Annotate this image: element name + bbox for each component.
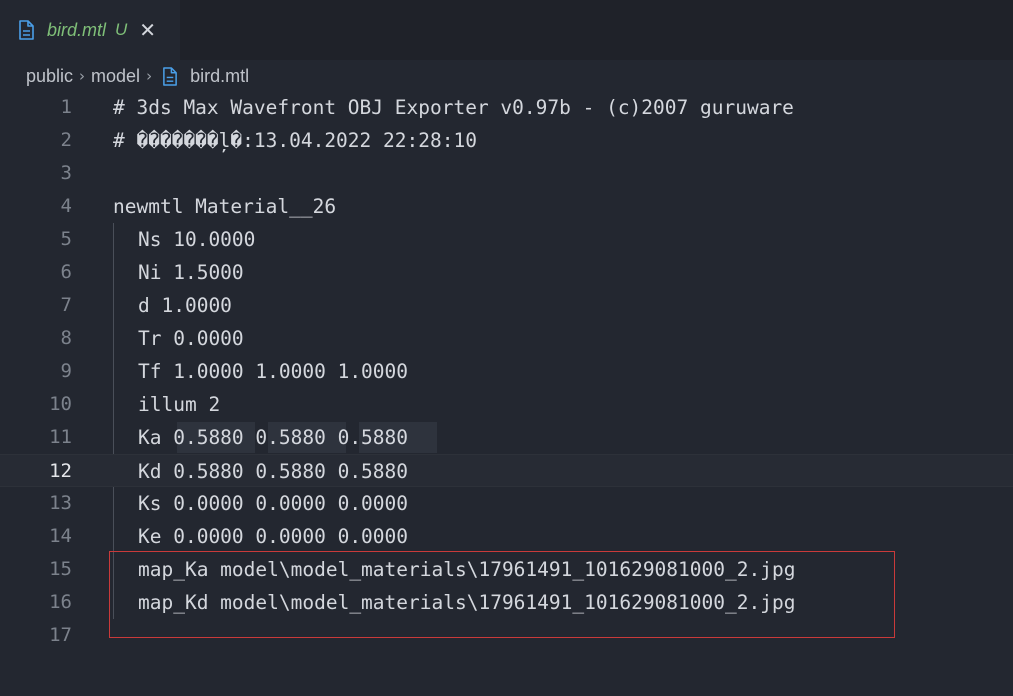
code-text: Ks 0.0000 0.0000 0.0000	[138, 492, 409, 515]
code-text: d 1.0000	[138, 294, 232, 317]
code-line[interactable]: 13 Ks 0.0000 0.0000 0.0000	[0, 487, 1013, 520]
code-line[interactable]: 9 Tf 1.0000 1.0000 1.0000	[0, 355, 1013, 388]
git-status-badge: U	[115, 20, 128, 39]
code-text: Ni 1.5000	[138, 261, 244, 284]
code-text: Tf 1.0000 1.0000 1.0000	[138, 360, 409, 383]
line-number: 6	[60, 261, 72, 283]
code-text: illum 2	[138, 393, 221, 416]
chevron-right-icon: ›	[79, 67, 86, 85]
line-number: 15	[49, 558, 72, 580]
code-line[interactable]: 14 Ke 0.0000 0.0000 0.0000	[0, 520, 1013, 553]
line-number: 2	[60, 129, 72, 151]
file-icon	[163, 66, 177, 86]
line-number: 14	[49, 525, 72, 547]
annotation-highlight-box	[109, 551, 895, 638]
code-line[interactable]: 2 # �������ļ�:13.04.2022 22:28:10	[0, 124, 1013, 157]
line-number: 1	[60, 96, 72, 118]
code-text: Kd 0.5880 0.5880 0.5880	[138, 460, 409, 483]
code-editor[interactable]: 1 # 3ds Max Wavefront OBJ Exporter v0.97b…	[0, 91, 1013, 652]
code-text: Ns 10.0000	[138, 228, 256, 251]
line-number: 16	[49, 591, 72, 613]
breadcrumb-item-bird-mtl[interactable]: bird.mtl	[190, 66, 249, 87]
breadcrumb-item-model[interactable]: model	[91, 66, 140, 87]
code-line[interactable]: 1 # 3ds Max Wavefront OBJ Exporter v0.97b…	[0, 91, 1013, 124]
line-number: 9	[60, 360, 72, 382]
tab-filename: bird.mtl	[47, 19, 107, 40]
line-number: 13	[49, 492, 72, 514]
breadcrumb: public › model › bird.mtl	[26, 62, 249, 90]
line-number: 11	[49, 426, 72, 448]
code-line[interactable]: 10 illum 2	[0, 388, 1013, 421]
line-number: 17	[49, 624, 72, 646]
line-number: 8	[60, 327, 72, 349]
code-text: Ke 0.0000 0.0000 0.0000	[138, 525, 409, 548]
code-line[interactable]: 7 d 1.0000	[0, 289, 1013, 322]
code-line[interactable]: 5 Ns 10.0000	[0, 223, 1013, 256]
line-number: 12	[49, 460, 72, 482]
code-line[interactable]: 4 newmtl Material__26	[0, 190, 1013, 223]
close-icon[interactable]: ✕	[139, 20, 156, 40]
code-text: Tr 0.0000	[138, 327, 244, 350]
breadcrumb-item-public[interactable]: public	[26, 66, 73, 87]
line-number: 4	[60, 195, 72, 217]
file-icon	[19, 20, 34, 40]
line-number: 5	[60, 228, 72, 250]
chevron-right-icon: ›	[146, 67, 153, 85]
code-line[interactable]: 12 Kd 0.5880 0.5880 0.5880	[0, 454, 1013, 487]
tab-bird-mtl[interactable]: bird.mtl U ✕	[0, 0, 180, 60]
code-line[interactable]: 11 Ka 0.5880 0.5880 0.5880	[0, 421, 1013, 454]
code-text: # �������ļ�:13.04.2022 22:28:10	[113, 129, 477, 152]
line-number: 10	[49, 393, 72, 415]
code-line[interactable]: 8 Tr 0.0000	[0, 322, 1013, 355]
line-number: 3	[60, 162, 72, 184]
code-line[interactable]: 3	[0, 157, 1013, 190]
code-text: # 3ds Max Wavefront OBJ Exporter v0.97b …	[113, 96, 794, 119]
code-text: Ka 0.5880 0.5880 0.5880	[138, 426, 409, 449]
tab-bar: bird.mtl U ✕	[0, 0, 1013, 60]
line-number: 7	[60, 294, 72, 316]
code-line[interactable]: 6 Ni 1.5000	[0, 256, 1013, 289]
code-text: newmtl Material__26	[113, 195, 337, 218]
